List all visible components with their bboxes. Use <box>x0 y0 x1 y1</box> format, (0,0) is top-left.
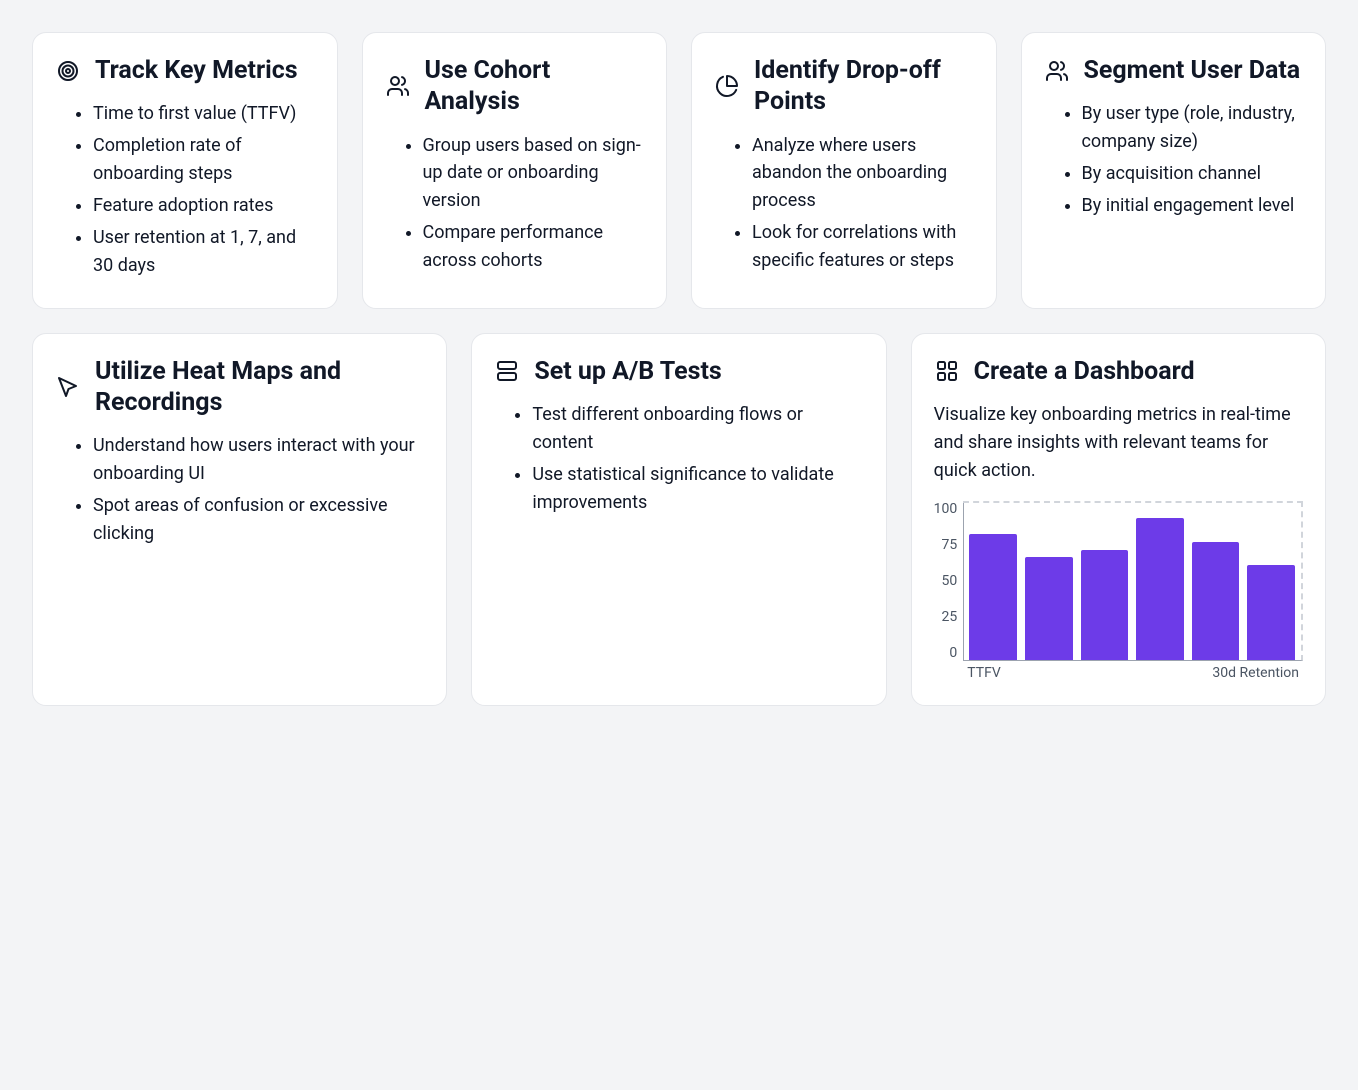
y-tick: 75 <box>934 537 958 553</box>
chart-bar <box>1136 518 1184 659</box>
users-icon <box>385 73 411 99</box>
chart-y-axis: 100 75 50 25 0 <box>934 501 964 661</box>
target-icon <box>55 58 81 84</box>
card-list: Understand how users interact with your … <box>55 432 424 552</box>
card-dashboard: Create a Dashboard Visualize key onboard… <box>911 333 1326 706</box>
card-title: Track Key Metrics <box>95 55 298 86</box>
card-title: Segment User Data <box>1084 55 1301 86</box>
list-item: User retention at 1, 7, and 30 days <box>93 224 315 280</box>
card-description: Visualize key onboarding metrics in real… <box>934 401 1303 485</box>
list-item: Use statistical significance to validate… <box>532 461 863 517</box>
list-item: Understand how users interact with your … <box>93 432 424 488</box>
chart-plot-area <box>963 501 1303 661</box>
card-list: By user type (role, industry, company si… <box>1044 100 1304 224</box>
chart-bar <box>1081 550 1129 660</box>
pie-chart-icon <box>714 73 740 99</box>
y-tick: 100 <box>934 501 958 517</box>
card-track-key-metrics: Track Key Metrics Time to first value (T… <box>32 32 338 309</box>
users-icon <box>1044 58 1070 84</box>
list-item: Compare performance across cohorts <box>423 219 645 275</box>
card-list: Analyze where users abandon the onboardi… <box>714 132 974 279</box>
row-2: Utilize Heat Maps and Recordings Underst… <box>32 333 1326 706</box>
card-title: Create a Dashboard <box>974 356 1195 387</box>
x-label: 30d Retention <box>1133 665 1299 681</box>
card-title: Use Cohort Analysis <box>425 55 645 118</box>
chart-bar <box>1025 557 1073 659</box>
list-item: Look for correlations with specific feat… <box>752 219 974 275</box>
list-item: Test different onboarding flows or conte… <box>532 401 863 457</box>
card-list: Time to first value (TTFV) Completion ra… <box>55 100 315 283</box>
list-item: By user type (role, industry, company si… <box>1082 100 1304 156</box>
split-rows-icon <box>494 358 520 384</box>
cursor-icon <box>55 374 81 400</box>
list-item: Spot areas of confusion or excessive cli… <box>93 492 424 548</box>
card-ab-tests: Set up A/B Tests Test different onboardi… <box>471 333 886 706</box>
cards-grid: Track Key Metrics Time to first value (T… <box>32 32 1326 706</box>
card-title: Utilize Heat Maps and Recordings <box>95 356 424 419</box>
row-1: Track Key Metrics Time to first value (T… <box>32 32 1326 309</box>
list-item: Time to first value (TTFV) <box>93 100 315 128</box>
chart-bar <box>1247 565 1295 659</box>
list-item: By acquisition channel <box>1082 160 1304 188</box>
chart-bar <box>1192 542 1240 660</box>
card-title: Identify Drop-off Points <box>754 55 974 118</box>
y-tick: 25 <box>934 609 958 625</box>
x-label: TTFV <box>967 665 1133 681</box>
card-list: Group users based on sign-up date or onb… <box>385 132 645 279</box>
card-title: Set up A/B Tests <box>534 356 721 387</box>
chart-x-axis: TTFV 30d Retention <box>963 661 1303 681</box>
list-item: By initial engagement level <box>1082 192 1304 220</box>
list-item: Completion rate of onboarding steps <box>93 132 315 188</box>
card-segment-user-data: Segment User Data By user type (role, in… <box>1021 32 1327 309</box>
chart-bar <box>969 534 1017 660</box>
dashboard-icon <box>934 358 960 384</box>
y-tick: 50 <box>934 573 958 589</box>
list-item: Analyze where users abandon the onboardi… <box>752 132 974 216</box>
card-list: Test different onboarding flows or conte… <box>494 401 863 521</box>
card-cohort-analysis: Use Cohort Analysis Group users based on… <box>362 32 668 309</box>
list-item: Feature adoption rates <box>93 192 315 220</box>
dashboard-chart: 100 75 50 25 0 TTFV 30d Retention <box>934 501 1303 681</box>
card-heat-maps: Utilize Heat Maps and Recordings Underst… <box>32 333 447 706</box>
y-tick: 0 <box>934 645 958 661</box>
list-item: Group users based on sign-up date or onb… <box>423 132 645 216</box>
card-dropoff-points: Identify Drop-off Points Analyze where u… <box>691 32 997 309</box>
